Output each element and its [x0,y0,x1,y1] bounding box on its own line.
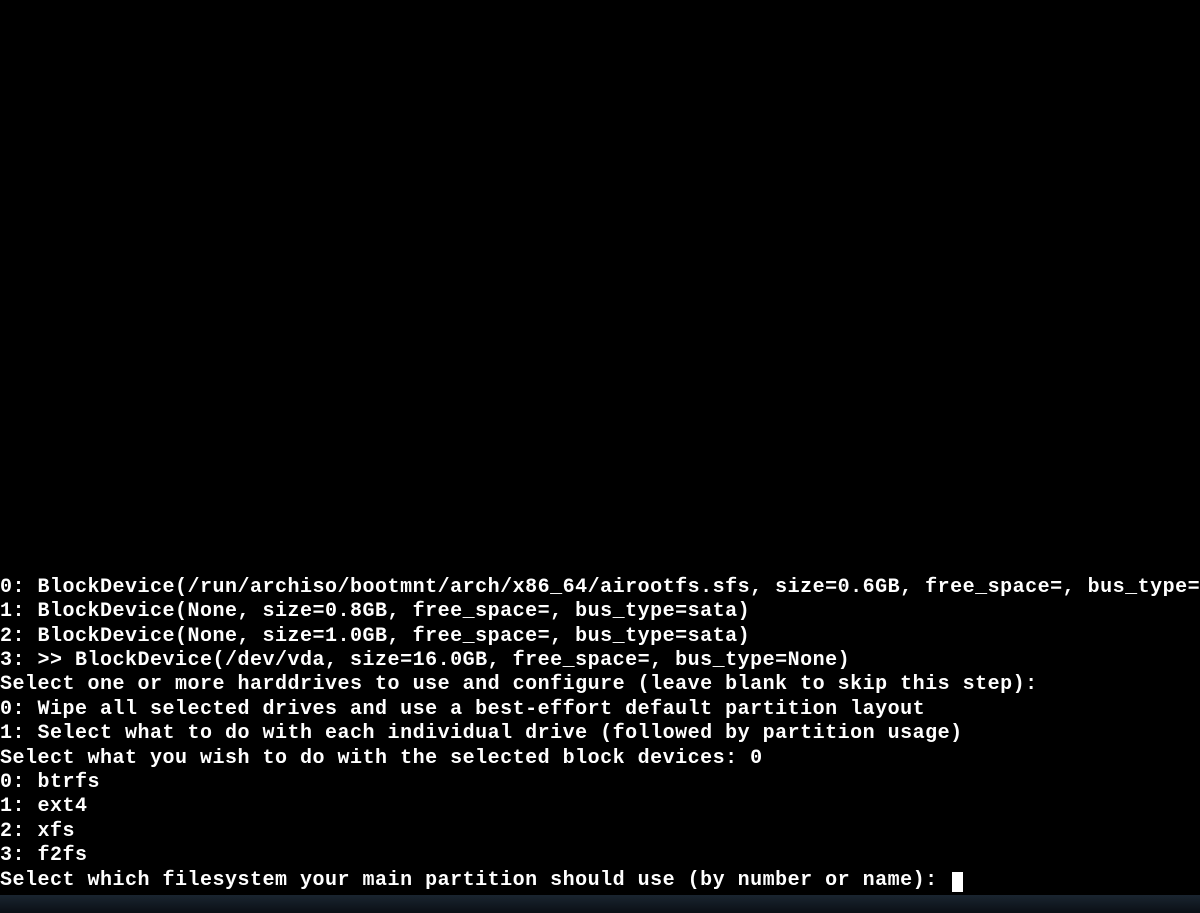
select-filesystem-prompt[interactable]: Select which filesystem your main partit… [0,869,1200,893]
cursor-icon [952,872,963,892]
select-drives-prompt: Select one or more harddrives to use and… [0,673,1200,697]
filesystem-option-3: 3: f2fs [0,844,1200,868]
block-device-line-2: 2: BlockDevice(None, size=1.0GB, free_sp… [0,625,1200,649]
bottom-border [0,895,1200,913]
filesystem-option-2: 2: xfs [0,820,1200,844]
block-device-line-0: 0: BlockDevice(/run/archiso/bootmnt/arch… [0,576,1200,600]
drive-option-0: 0: Wipe all selected drives and use a be… [0,698,1200,722]
block-device-line-1: 1: BlockDevice(None, size=0.8GB, free_sp… [0,600,1200,624]
drive-option-1: 1: Select what to do with each individua… [0,722,1200,746]
filesystem-option-1: 1: ext4 [0,795,1200,819]
block-device-line-3: 3: >> BlockDevice(/dev/vda, size=16.0GB,… [0,649,1200,673]
select-action-prompt: Select what you wish to do with the sele… [0,747,1200,771]
filesystem-option-0: 0: btrfs [0,771,1200,795]
terminal-output: 0: BlockDevice(/run/archiso/bootmnt/arch… [0,576,1200,893]
